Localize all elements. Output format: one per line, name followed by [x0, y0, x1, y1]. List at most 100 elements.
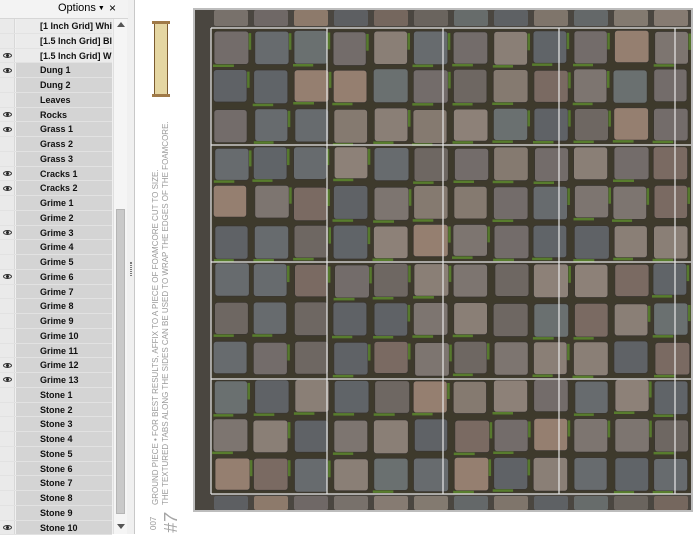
- layer-name: Cracks 1: [16, 167, 112, 181]
- visibility-toggle[interactable]: [0, 285, 15, 299]
- visibility-toggle[interactable]: [0, 63, 15, 77]
- grass-tuft: [493, 259, 514, 262]
- layer-list-scrollbar[interactable]: [113, 19, 127, 534]
- visibility-toggle[interactable]: [0, 270, 15, 284]
- visibility-toggle[interactable]: [0, 211, 15, 225]
- visibility-toggle[interactable]: [0, 34, 15, 48]
- layer-row[interactable]: Grass 2: [0, 137, 112, 152]
- layer-row[interactable]: Grime 13: [0, 373, 112, 388]
- layer-row[interactable]: Grime 2: [0, 211, 112, 226]
- visibility-toggle[interactable]: [0, 240, 15, 254]
- layer-row[interactable]: Grime 7: [0, 285, 112, 300]
- layer-row[interactable]: Rocks: [0, 108, 112, 123]
- visibility-toggle[interactable]: [0, 521, 15, 535]
- visibility-toggle[interactable]: [0, 314, 15, 328]
- grass-tuft: [334, 298, 355, 301]
- visibility-toggle[interactable]: [0, 388, 15, 402]
- visibility-toggle[interactable]: [0, 506, 15, 520]
- visibility-toggle[interactable]: [0, 78, 15, 92]
- layer-row[interactable]: Stone 1: [0, 388, 112, 403]
- visibility-toggle[interactable]: [0, 329, 15, 343]
- visibility-toggle[interactable]: [0, 491, 15, 505]
- options-menu-button[interactable]: Options▼: [58, 2, 105, 14]
- paving-stone: [253, 302, 286, 334]
- visibility-toggle[interactable]: [0, 344, 15, 358]
- paving-stone: [614, 147, 649, 180]
- grass-tuft: [568, 72, 571, 88]
- layer-name: Stone 4: [16, 432, 112, 446]
- paving-stone: [374, 264, 409, 298]
- visibility-toggle[interactable]: [0, 462, 15, 476]
- layer-row[interactable]: Stone 3: [0, 417, 112, 432]
- layer-row[interactable]: Grime 1: [0, 196, 112, 211]
- layer-row[interactable]: Grass 1: [0, 122, 112, 137]
- visibility-toggle[interactable]: [0, 181, 15, 195]
- layer-row[interactable]: Grime 4: [0, 240, 112, 255]
- visibility-toggle[interactable]: [0, 417, 15, 431]
- grass-tuft: [568, 110, 571, 126]
- grass-tuft: [328, 267, 331, 283]
- layer-row[interactable]: Grass 3: [0, 152, 112, 167]
- visibility-toggle[interactable]: [0, 447, 15, 461]
- visibility-toggle[interactable]: [0, 299, 15, 313]
- visibility-toggle[interactable]: [0, 152, 15, 166]
- grass-tuft: [366, 34, 369, 51]
- grass-tuft: [412, 413, 432, 416]
- visibility-toggle[interactable]: [0, 403, 15, 417]
- visibility-toggle[interactable]: [0, 93, 15, 107]
- layer-row[interactable]: Stone 4: [0, 432, 112, 447]
- layer-row[interactable]: [1.5 Inch Grid] Bla: [0, 34, 112, 49]
- layer-row[interactable]: [1.5 Inch Grid] Wh: [0, 49, 112, 64]
- paving-stone: [334, 342, 368, 375]
- layer-row[interactable]: Grime 9: [0, 314, 112, 329]
- visibility-toggle[interactable]: [0, 137, 15, 151]
- visibility-toggle[interactable]: [0, 167, 15, 181]
- layer-row[interactable]: Grime 11: [0, 344, 112, 359]
- edge-tab-stone: [334, 10, 368, 26]
- scroll-thumb[interactable]: [116, 209, 125, 514]
- visibility-toggle[interactable]: [0, 49, 15, 63]
- paving-stone: [533, 225, 567, 257]
- visibility-toggle[interactable]: [0, 432, 15, 446]
- grass-tuft: [653, 259, 674, 262]
- paving-stone: [493, 70, 528, 103]
- layer-row[interactable]: Leaves: [0, 93, 112, 108]
- layer-row[interactable]: Grime 5: [0, 255, 112, 270]
- layer-name: Grime 1: [16, 196, 112, 210]
- layer-row[interactable]: Grime 12: [0, 358, 112, 373]
- layer-row[interactable]: Grime 10: [0, 329, 112, 344]
- layer-row[interactable]: Dung 1: [0, 63, 112, 78]
- layer-row[interactable]: Stone 10: [0, 521, 112, 535]
- layer-row[interactable]: [1 Inch Grid] Whit: [0, 19, 112, 34]
- layer-row[interactable]: Stone 5: [0, 447, 112, 462]
- splitter-grip-icon[interactable]: [130, 262, 132, 276]
- layer-row[interactable]: Stone 8: [0, 491, 112, 506]
- visibility-toggle[interactable]: [0, 19, 15, 33]
- layer-row[interactable]: Stone 2: [0, 403, 112, 418]
- layer-row[interactable]: Grime 6: [0, 270, 112, 285]
- grass-tuft: [487, 227, 490, 243]
- layer-row[interactable]: Grime 8: [0, 299, 112, 314]
- layer-row[interactable]: Stone 9: [0, 506, 112, 521]
- visibility-toggle[interactable]: [0, 373, 15, 387]
- visibility-toggle[interactable]: [0, 108, 15, 122]
- paving-stone: [333, 302, 367, 336]
- visibility-toggle[interactable]: [0, 358, 15, 372]
- layer-row[interactable]: Grime 3: [0, 226, 112, 241]
- visibility-toggle[interactable]: [0, 226, 15, 240]
- visibility-toggle[interactable]: [0, 122, 15, 136]
- visibility-toggle[interactable]: [0, 255, 15, 269]
- close-panel-button[interactable]: ×: [109, 1, 116, 15]
- visibility-toggle[interactable]: [0, 196, 15, 210]
- layer-row[interactable]: Dung 2: [0, 78, 112, 93]
- visibility-toggle[interactable]: [0, 476, 15, 490]
- scroll-up-arrow-icon[interactable]: [117, 22, 125, 27]
- layer-row[interactable]: Cracks 1: [0, 167, 112, 182]
- panel-splitter[interactable]: [128, 0, 135, 534]
- scroll-down-arrow-icon[interactable]: [117, 524, 125, 529]
- layer-name: Stone 7: [16, 476, 112, 490]
- grass-tuft: [249, 33, 252, 50]
- layer-row[interactable]: Stone 6: [0, 462, 112, 477]
- layer-row[interactable]: Stone 7: [0, 476, 112, 491]
- layer-row[interactable]: Cracks 2: [0, 181, 112, 196]
